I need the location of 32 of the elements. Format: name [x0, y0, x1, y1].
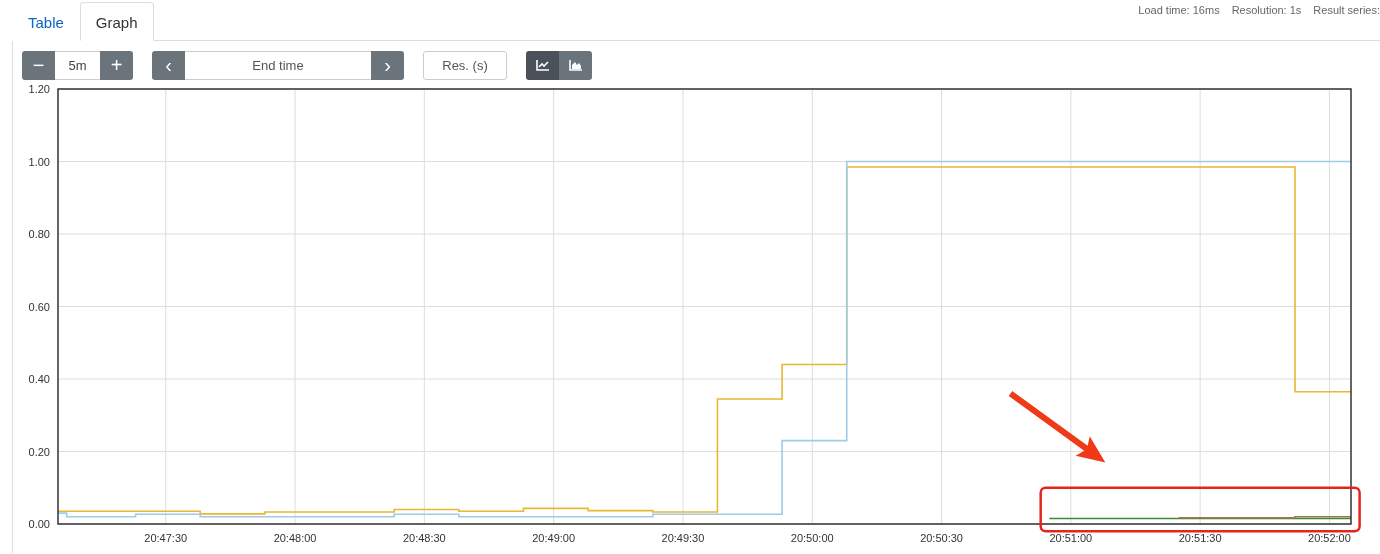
x-tick-label: 20:47:30 [144, 532, 188, 544]
x-tick-label: 20:50:30 [920, 532, 963, 544]
x-tick-label: 20:48:30 [402, 532, 446, 544]
x-tick-label: 20:52:00 [1308, 532, 1351, 544]
tab[interactable]: Graph [79, 2, 154, 41]
x-tick-label: 20:49:30 [661, 532, 705, 544]
x-tick-label: 20:48:00 [273, 532, 317, 544]
next-button[interactable]: › [371, 50, 404, 80]
stat-text: Load time: 16ms [1138, 4, 1220, 16]
area-chart-icon [568, 59, 583, 71]
x-tick-label: 20:50:00 [790, 532, 834, 544]
y-tick-label: 0.80 [28, 228, 50, 240]
end-time-field[interactable]: End time [185, 50, 371, 80]
x-tick-label: 20:49:00 [532, 532, 576, 544]
y-tick-label: 0.00 [28, 518, 50, 530]
x-tick-label: 20:51:30 [1178, 532, 1222, 544]
y-tick-label: 0.60 [28, 300, 50, 313]
y-tick-label: 1.00 [28, 155, 50, 168]
stacked-mode-button[interactable] [559, 50, 592, 80]
line-mode-button[interactable] [526, 50, 559, 80]
y-tick-label: 0.40 [28, 373, 50, 385]
previous-button[interactable]: ‹ [152, 50, 185, 80]
stat-text: Resolution: 1s [1231, 4, 1302, 16]
range-field[interactable]: 5m [55, 50, 100, 80]
y-tick-label: 1.20 [28, 83, 50, 95]
line-chart-icon [535, 59, 550, 71]
resolution-field[interactable]: Res. (s) [423, 50, 507, 80]
y-tick-label: 0.20 [28, 445, 50, 458]
stat-text: Result series: [1313, 4, 1380, 16]
increase-range-button[interactable]: + [100, 50, 133, 80]
decrease-range-button[interactable]: − [22, 50, 55, 80]
x-tick-label: 20:51:00 [1049, 532, 1093, 544]
